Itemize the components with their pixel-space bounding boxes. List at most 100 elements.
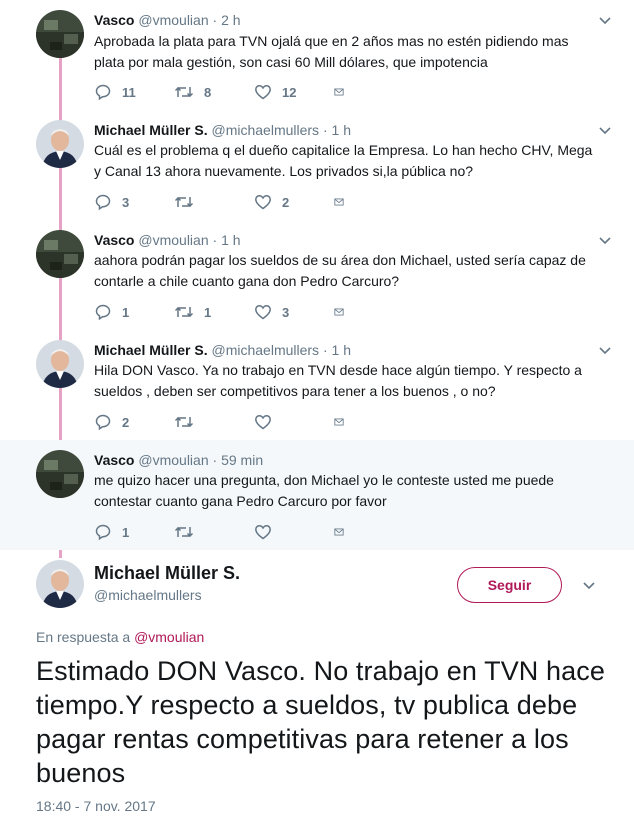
focused-tweet: Michael Müller S. @michaelmullers Seguir… bbox=[0, 550, 634, 821]
author-name[interactable]: Vasco bbox=[94, 12, 134, 28]
tweet-time[interactable]: 1 h bbox=[332, 122, 351, 138]
direct-message-button[interactable] bbox=[334, 305, 354, 319]
retweet-button[interactable] bbox=[174, 523, 254, 541]
avatar[interactable] bbox=[36, 450, 84, 498]
meta-separator: · bbox=[212, 452, 218, 468]
author-handle[interactable]: @vmoulian bbox=[138, 12, 208, 28]
author-handle[interactable]: @michaelmullers bbox=[211, 122, 319, 138]
tweet-actions: 11 8 12 bbox=[94, 82, 354, 102]
envelope-icon bbox=[334, 198, 344, 206]
like-button[interactable] bbox=[254, 413, 334, 431]
avatar[interactable] bbox=[36, 120, 84, 168]
avatar[interactable] bbox=[36, 230, 84, 278]
reply-icon bbox=[95, 194, 111, 211]
chevron-down-icon[interactable] bbox=[598, 343, 612, 357]
direct-message-button[interactable] bbox=[334, 415, 354, 429]
retweet-button[interactable] bbox=[174, 413, 254, 431]
retweet-button[interactable] bbox=[174, 193, 254, 211]
tweet-item[interactable]: Michael Müller S. @michaelmullers · 1 h … bbox=[0, 330, 634, 440]
reply-handle-link[interactable]: @vmoulian bbox=[134, 629, 204, 645]
avatar[interactable] bbox=[36, 10, 84, 58]
meta-separator: · bbox=[212, 12, 218, 28]
author-name[interactable]: Vasco bbox=[94, 452, 134, 468]
reply-count: 1 bbox=[122, 304, 130, 320]
like-button[interactable] bbox=[254, 523, 334, 541]
direct-message-button[interactable] bbox=[334, 525, 354, 539]
reply-context: En respuesta a @vmoulian bbox=[36, 629, 204, 645]
heart-icon bbox=[255, 415, 271, 430]
author-name[interactable]: Michael Müller S. bbox=[94, 122, 208, 138]
tweet-time[interactable]: 1 h bbox=[332, 342, 351, 358]
like-button[interactable]: 2 bbox=[254, 193, 334, 211]
tweet-time[interactable]: 1 h bbox=[221, 232, 240, 248]
heart-icon bbox=[255, 85, 271, 100]
tweet-header: Michael Müller S. @michaelmullers · 1 h bbox=[94, 341, 351, 359]
envelope-icon bbox=[334, 528, 344, 536]
tweet-text: me quizo hacer una pregunta, don Michael… bbox=[94, 472, 554, 509]
reply-count: 2 bbox=[122, 414, 130, 430]
tweet-text: Hila DON Vasco. Ya no trabajo en TVN des… bbox=[94, 362, 582, 399]
chevron-down-icon[interactable] bbox=[582, 578, 596, 592]
chevron-down-icon[interactable] bbox=[598, 13, 612, 27]
like-count: 12 bbox=[282, 84, 297, 100]
chevron-down-icon[interactable] bbox=[598, 233, 612, 247]
author-name[interactable]: Michael Müller S. bbox=[94, 342, 208, 358]
author-name[interactable]: Michael Müller S. bbox=[94, 563, 240, 584]
tweet-header: Vasco @vmoulian · 59 min bbox=[94, 451, 263, 469]
tweet-item[interactable]: Vasco @vmoulian · 1 h aahora podrán paga… bbox=[0, 220, 634, 330]
retweet-button[interactable]: 8 bbox=[174, 83, 254, 101]
tweet-timestamp[interactable]: 18:40 - 7 nov. 2017 bbox=[36, 798, 156, 814]
envelope-icon bbox=[334, 418, 344, 426]
like-button[interactable]: 3 bbox=[254, 303, 334, 321]
retweet-icon bbox=[174, 416, 194, 428]
tweet-actions: 3 2 bbox=[94, 192, 354, 212]
envelope-icon bbox=[334, 88, 344, 96]
direct-message-button[interactable] bbox=[334, 85, 354, 99]
avatar[interactable] bbox=[36, 560, 84, 608]
tweet-item[interactable]: Vasco @vmoulian · 59 min me quizo hacer … bbox=[0, 440, 634, 550]
retweet-count: 1 bbox=[204, 304, 212, 320]
author-handle[interactable]: @vmoulian bbox=[138, 232, 208, 248]
tweet-time[interactable]: 59 min bbox=[221, 452, 263, 468]
meta-separator: · bbox=[322, 342, 328, 358]
retweet-icon bbox=[174, 196, 194, 208]
reply-icon bbox=[95, 524, 111, 541]
reply-icon bbox=[95, 84, 111, 101]
author-handle[interactable]: @michaelmullers bbox=[94, 587, 202, 603]
author-handle[interactable]: @michaelmullers bbox=[211, 342, 319, 358]
tweet-actions: 2 bbox=[94, 412, 354, 432]
reply-button[interactable]: 1 bbox=[94, 303, 174, 321]
author-handle[interactable]: @vmoulian bbox=[138, 452, 208, 468]
envelope-icon bbox=[334, 308, 344, 316]
reply-icon bbox=[95, 304, 111, 321]
tweet-text: Aprobada la plata para TVN ojalá que en … bbox=[94, 33, 569, 70]
tweet-item[interactable]: Michael Müller S. @michaelmullers · 1 h … bbox=[0, 110, 634, 220]
reply-button[interactable]: 2 bbox=[94, 413, 174, 431]
tweet-header: Vasco @vmoulian · 1 h bbox=[94, 231, 241, 249]
like-button[interactable]: 12 bbox=[254, 83, 334, 101]
reply-count: 1 bbox=[122, 524, 130, 540]
retweet-icon bbox=[174, 86, 194, 98]
tweet-header: Vasco @vmoulian · 2 h bbox=[94, 11, 241, 29]
heart-icon bbox=[255, 525, 271, 540]
tweet-actions: 1 bbox=[94, 522, 354, 542]
reply-icon bbox=[95, 414, 111, 431]
like-count: 2 bbox=[282, 194, 290, 210]
avatar[interactable] bbox=[36, 340, 84, 388]
meta-separator: · bbox=[322, 122, 328, 138]
reply-button[interactable]: 11 bbox=[94, 83, 174, 101]
follow-button[interactable]: Seguir bbox=[457, 567, 562, 603]
like-count: 3 bbox=[282, 304, 290, 320]
reply-button[interactable]: 1 bbox=[94, 523, 174, 541]
chevron-down-icon[interactable] bbox=[598, 123, 612, 137]
reply-count: 3 bbox=[122, 194, 130, 210]
tweet-actions: 1 1 3 bbox=[94, 302, 354, 322]
author-name[interactable]: Vasco bbox=[94, 232, 134, 248]
tweet-item[interactable]: Vasco @vmoulian · 2 h Aprobada la plata … bbox=[0, 0, 634, 110]
direct-message-button[interactable] bbox=[334, 195, 354, 209]
tweet-text: Estimado DON Vasco. No trabajo en TVN ha… bbox=[36, 656, 605, 788]
reply-button[interactable]: 3 bbox=[94, 193, 174, 211]
retweet-button[interactable]: 1 bbox=[174, 303, 254, 321]
tweet-time[interactable]: 2 h bbox=[221, 12, 240, 28]
heart-icon bbox=[255, 195, 271, 210]
